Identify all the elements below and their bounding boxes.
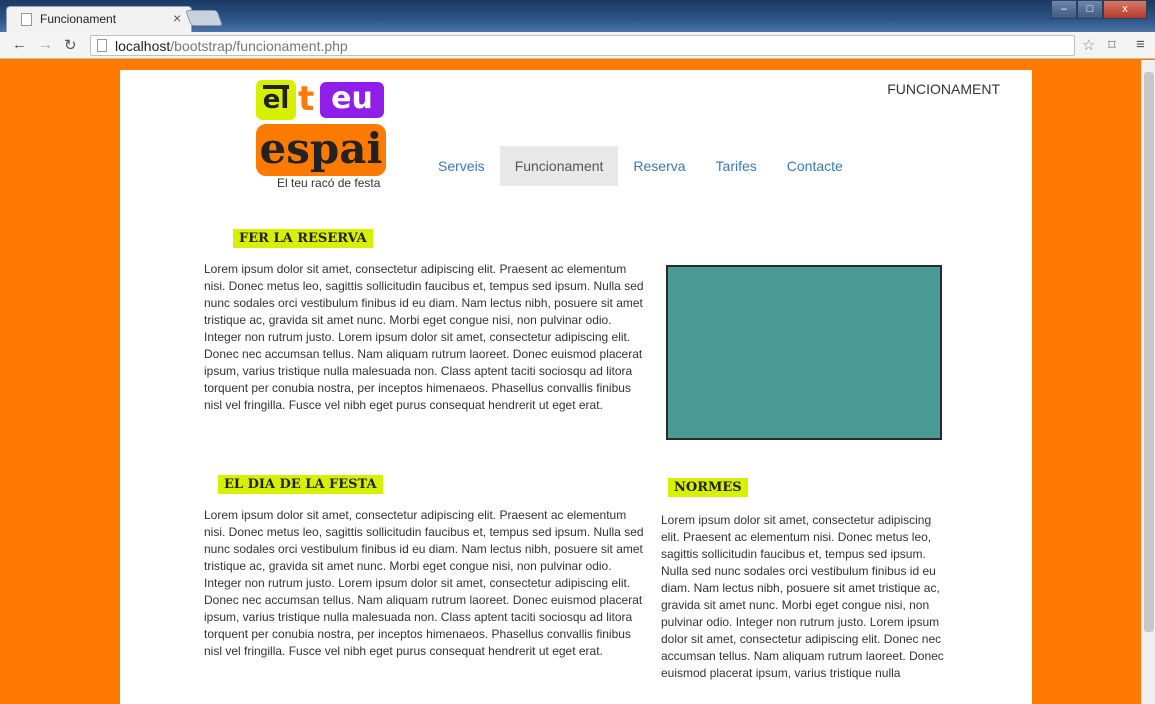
url-text: localhost/bootstrap/funcionament.php (115, 38, 348, 54)
extension-icon[interactable]: ⌑ (1108, 36, 1116, 54)
menu-icon[interactable]: ≡ (1136, 36, 1145, 53)
tab-title: Funcionament (40, 12, 117, 26)
forward-arrow-icon[interactable]: → (38, 36, 53, 53)
browser-tab[interactable]: Funcionament × (6, 6, 192, 32)
reload-icon[interactable]: ↻ (64, 36, 77, 54)
text-festa: Lorem ipsum dolor sit amet, consectetur … (204, 508, 644, 658)
new-tab-button[interactable] (185, 10, 223, 26)
site-tagline: El teu racó de festa (277, 176, 381, 190)
back-arrow-icon[interactable]: ← (12, 36, 27, 53)
scrollbar-thumb[interactable] (1144, 72, 1154, 632)
nav-funcionament[interactable]: Funcionament (499, 146, 619, 186)
logo-espai: espai (256, 124, 386, 176)
close-icon[interactable]: × (173, 10, 181, 26)
nav-serveis[interactable]: Serveis (423, 146, 500, 186)
page-scrollbar[interactable] (1141, 60, 1155, 704)
page-content: el t eu espai El teu racó de festa FUNCI… (120, 70, 1032, 704)
text-normes: Lorem ipsum dolor sit amet, consectetur … (661, 513, 944, 680)
main-nav: Serveis Funcionament Reserva Tarifes Con… (423, 146, 858, 186)
url-path: /bootstrap/funcionament.php (170, 38, 348, 54)
site-logo[interactable]: el t eu espai (256, 80, 388, 190)
page-label: FUNCIONAMENT (887, 81, 1000, 97)
heading-reserva: FER LA RESERVA (233, 229, 373, 248)
address-bar[interactable]: localhost/bootstrap/funcionament.php (90, 35, 1075, 56)
page-icon (97, 39, 107, 52)
text-reserva: Lorem ipsum dolor sit amet, consectetur … (204, 262, 644, 412)
close-window-icon[interactable]: x (1103, 0, 1147, 19)
minimize-icon[interactable]: – (1051, 0, 1077, 19)
logo-el: el (256, 80, 296, 120)
url-host: localhost (115, 38, 171, 54)
logo-t: t (298, 79, 315, 119)
heading-normes: NORMES (668, 478, 748, 497)
image-placeholder (666, 265, 942, 440)
heading-festa: EL DIA DE LA FESTA (218, 475, 383, 494)
window-controls: – □ x (1051, 0, 1147, 19)
logo-eu: eu (320, 82, 384, 118)
browser-tab-strip: Funcionament × – □ x (0, 0, 1155, 32)
nav-reserva[interactable]: Reserva (618, 146, 700, 186)
page-icon (21, 13, 32, 26)
nav-contacte[interactable]: Contacte (772, 146, 858, 186)
maximize-icon[interactable]: □ (1077, 0, 1103, 19)
nav-tarifes[interactable]: Tarifes (701, 146, 772, 186)
browser-toolbar: ← → ↻ localhost/bootstrap/funcionament.p… (0, 32, 1155, 59)
star-icon[interactable]: ☆ (1082, 36, 1095, 54)
